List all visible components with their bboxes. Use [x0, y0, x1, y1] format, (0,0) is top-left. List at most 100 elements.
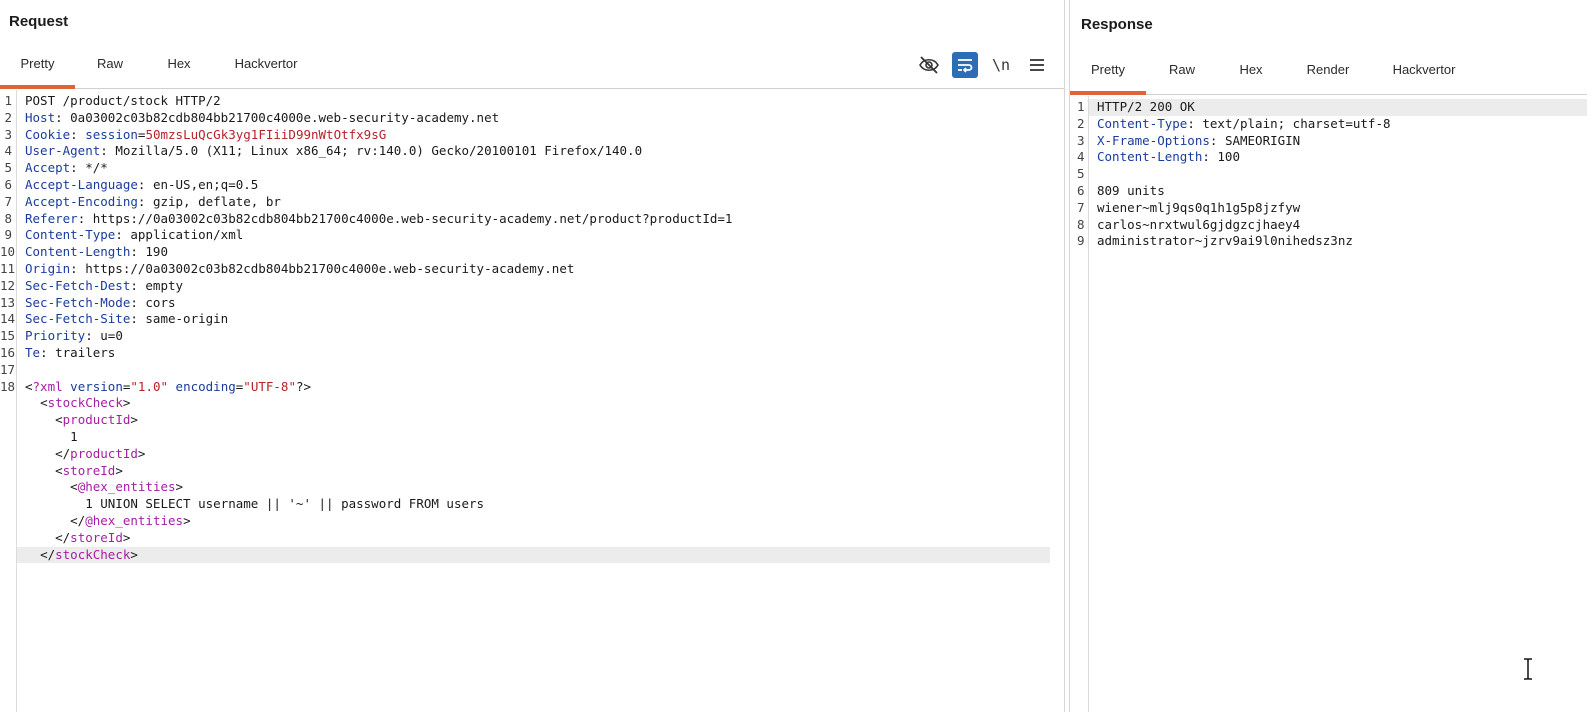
line-number: 14	[0, 311, 16, 327]
code-line: 2 Content-Type: text/plain; charset=utf-8	[1070, 116, 1587, 133]
header-value: : cors	[130, 294, 176, 310]
line-number: 15	[0, 328, 16, 344]
line-content: <productId>	[25, 412, 138, 429]
line-content: <storeId>	[25, 463, 123, 480]
tab-raw[interactable]: Raw	[88, 48, 132, 85]
xml-attribute-value: "UTF-8"	[243, 378, 296, 394]
response-lines: 1 HTTP/2 200 OK 2 Content-Type: text/plain;…	[1070, 99, 1587, 250]
code-line: 1	[0, 429, 1064, 446]
header-value: : u=0	[85, 328, 123, 344]
code-line: 5	[1070, 166, 1587, 183]
xml-bracket: >	[183, 512, 191, 528]
code-line: </stockCheck>	[0, 546, 1064, 564]
xml-attribute: version	[62, 378, 123, 394]
xml-bracket: ?>	[295, 378, 312, 394]
line-number: 6	[4, 176, 12, 192]
line-number: 7	[1077, 199, 1085, 215]
line-number: 3	[1077, 132, 1085, 148]
line-number: 10	[0, 244, 16, 260]
code-line: 8 Referer: https://0a03002c03b82cdb804bb2…	[0, 211, 1064, 228]
line-content: Origin: https://0a03002c03b82cdb804bb217…	[25, 261, 574, 278]
newline-toggle-button[interactable]: \n	[988, 52, 1014, 78]
code-line: <storeId>	[0, 463, 1064, 480]
header-name: User-Agent	[25, 143, 101, 159]
xml-bracket: >	[122, 529, 131, 545]
status-line: HTTP/2 200 OK	[1097, 99, 1195, 114]
code-line: </productId>	[0, 446, 1064, 463]
tab-pretty[interactable]: Pretty	[1070, 54, 1146, 95]
code-line: 3 X-Frame-Options: SAMEORIGIN	[1070, 133, 1587, 150]
line-number: 16	[0, 344, 16, 360]
header-value: : */*	[70, 160, 108, 176]
header-name: Content-Type	[25, 227, 116, 243]
hamburger-menu-icon[interactable]	[1024, 52, 1050, 78]
header-value: : 0a03002c03b82cdb804bb21700c4000e.web-s…	[55, 109, 500, 125]
xml-bracket: <	[70, 479, 78, 495]
code-line: 6 809 units	[1070, 183, 1587, 200]
xml-bracket: >	[175, 479, 184, 495]
code-line: 9 Content-Type: application/xml	[0, 227, 1064, 244]
line-content: </@hex_entities>	[25, 512, 191, 530]
tab-hex[interactable]: Hex	[1230, 54, 1272, 91]
body-text: wiener~mlj9qs0q1h1g5p8jzfyw	[1097, 199, 1301, 215]
header-value: : Mozilla/5.0 (X11; Linux x86_64; rv:140…	[100, 143, 643, 159]
line-content: <stockCheck>	[25, 395, 130, 412]
header-value: : empty	[130, 277, 184, 293]
header-name: Content-Type	[1097, 115, 1188, 131]
header-name: Content-Length	[25, 244, 131, 260]
header-value: : gzip, deflate, br	[137, 193, 281, 209]
response-title: Response	[1081, 16, 1153, 33]
line-content: </productId>	[25, 446, 145, 463]
line-content: Priority: u=0	[25, 328, 123, 345]
header-value: : application/xml	[115, 227, 244, 243]
xml-tag: stockCheck	[47, 395, 123, 411]
header-name: Sec-Fetch-Dest	[25, 277, 131, 293]
line-number: 9	[4, 227, 12, 243]
header-name: Accept	[25, 160, 71, 176]
tab-hackvertor[interactable]: Hackvertor	[1382, 54, 1466, 91]
code-line: 3 Cookie: session=50mzsLuQcGk3yg1FIiiD99n…	[0, 127, 1064, 144]
header-value: : https://0a03002c03b82cdb804bb21700c400…	[77, 210, 733, 226]
line-number: 5	[1077, 166, 1085, 182]
xml-bracket: >	[130, 412, 138, 428]
code-line: <stockCheck>	[0, 395, 1064, 412]
request-lines: 1 POST /product/stock HTTP/2 2 Host: 0a0300…	[0, 93, 1064, 564]
line-content: Accept-Language: en-US,en;q=0.5	[25, 177, 258, 194]
tab-raw[interactable]: Raw	[1160, 54, 1204, 91]
tab-hackvertor[interactable]: Hackvertor	[226, 48, 306, 85]
eye-slash-icon[interactable]	[916, 52, 942, 78]
header-separator: :	[70, 126, 86, 142]
line-number: 4	[4, 143, 12, 159]
code-line: 1 HTTP/2 200 OK	[1070, 99, 1587, 116]
header-value: : 190	[130, 244, 168, 260]
line-content: Host: 0a03002c03b82cdb804bb21700c4000e.w…	[25, 110, 499, 127]
wrap-lines-icon[interactable]	[952, 52, 978, 78]
tab-hex[interactable]: Hex	[158, 48, 200, 85]
request-toolbar: \n	[916, 50, 1050, 80]
request-editor[interactable]: 1 POST /product/stock HTTP/2 2 Host: 0a0300…	[0, 90, 1064, 712]
xml-tag: @hex_entities	[85, 512, 184, 528]
header-name: Sec-Fetch-Site	[25, 311, 131, 327]
code-line: 7 wiener~mlj9qs0q1h1g5p8jzfyw	[1070, 200, 1587, 217]
xml-declaration: ?xml	[32, 378, 63, 394]
xml-tag: storeId	[62, 462, 116, 478]
xml-tag: productId	[70, 445, 138, 461]
line-content: X-Frame-Options: SAMEORIGIN	[1097, 133, 1300, 150]
code-line: 4 Content-Length: 100	[1070, 149, 1587, 166]
line-number: 2	[4, 109, 12, 125]
xml-bracket: <	[40, 395, 48, 411]
line-number: 2	[1077, 115, 1085, 131]
line-content: POST /product/stock HTTP/2	[25, 93, 221, 110]
tab-pretty[interactable]: Pretty	[0, 48, 75, 89]
tab-render[interactable]: Render	[1298, 54, 1358, 91]
header-value: : https://0a03002c03b82cdb804bb21700c400…	[70, 260, 575, 276]
response-editor[interactable]: 1 HTTP/2 200 OK 2 Content-Type: text/plain;…	[1070, 96, 1587, 712]
text-cursor-icon	[1524, 658, 1532, 680]
header-name: X-Frame-Options	[1097, 132, 1210, 148]
header-value: : 100	[1202, 149, 1240, 165]
response-pane: Response Pretty Raw Hex Render Hackverto…	[1069, 0, 1587, 712]
code-line: 1 POST /product/stock HTTP/2	[0, 93, 1064, 110]
code-line: 7 Accept-Encoding: gzip, deflate, br	[0, 194, 1064, 211]
xml-bracket: <	[55, 462, 63, 478]
